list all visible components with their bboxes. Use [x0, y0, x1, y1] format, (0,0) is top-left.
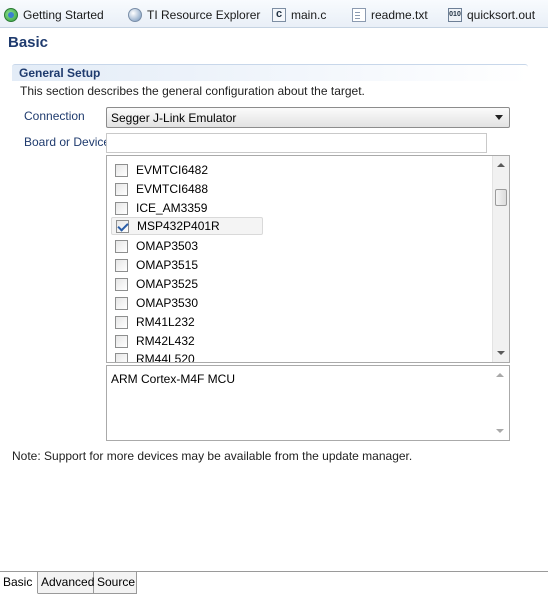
checkbox[interactable] [115, 201, 128, 215]
c-file-icon [272, 8, 286, 22]
getting-started-icon [4, 8, 18, 22]
checkbox-checked[interactable] [116, 219, 129, 233]
checkbox[interactable] [115, 315, 128, 329]
tab-main-c[interactable]: main.c [272, 6, 326, 24]
text-file-icon [352, 8, 366, 22]
list-item-label: RM41L232 [136, 315, 195, 329]
list-item[interactable]: RM44L520 [115, 350, 195, 363]
chevron-down-icon [495, 115, 503, 120]
tab-ti-resource-explorer[interactable]: TI Resource Explorer [128, 6, 260, 24]
list-item[interactable]: OMAP3503 [115, 237, 198, 255]
list-item[interactable]: RM41L232 [115, 313, 195, 331]
connection-value: Segger J-Link Emulator [111, 111, 237, 125]
checkbox[interactable] [115, 163, 128, 177]
checkbox[interactable] [115, 334, 128, 348]
list-item-label: MSP432P401R [137, 219, 220, 233]
tab-label: TI Resource Explorer [147, 8, 261, 22]
checkbox[interactable] [115, 352, 128, 362]
list-item[interactable]: OMAP3525 [115, 275, 198, 293]
tab-label: quicksort.out [467, 8, 536, 22]
device-description: ARM Cortex-M4F MCU [111, 372, 236, 386]
device-list[interactable]: EVMTCI6482 EVMTCI6488 ICE_AM3359 MSP432P… [106, 155, 510, 363]
list-item-label: ICE_AM3359 [136, 201, 208, 215]
connection-label: Connection [24, 109, 85, 123]
checkbox[interactable] [115, 277, 128, 291]
list-item[interactable]: ICE_AM3359 [115, 199, 207, 217]
list-item[interactable]: OMAP3530 [115, 294, 198, 312]
section-title: General Setup [19, 66, 101, 80]
page-title: Basic [8, 34, 49, 51]
globe-icon [128, 8, 142, 22]
bottom-tab-bar: Basic Advanced Source [0, 571, 548, 599]
binary-file-icon: 010 [448, 8, 462, 22]
list-item-label: OMAP3503 [136, 239, 199, 253]
description-scrollbar[interactable] [492, 366, 509, 440]
device-description-box[interactable]: ARM Cortex-M4F MCU [106, 365, 510, 441]
tab-advanced[interactable]: Advanced [38, 572, 94, 594]
list-item-label: RM42L432 [136, 334, 195, 348]
scroll-down-icon[interactable] [496, 429, 504, 433]
list-item-label: OMAP3515 [136, 258, 199, 272]
scroll-up-icon[interactable] [497, 163, 505, 167]
scroll-thumb[interactable] [495, 189, 507, 206]
tab-label: readme.txt [371, 8, 428, 22]
list-item-label: EVMTCI6482 [136, 163, 209, 177]
checkbox[interactable] [115, 296, 128, 310]
tab-getting-started[interactable]: Getting Started [4, 6, 104, 24]
list-item[interactable]: EVMTCI6482 [115, 161, 208, 179]
device-list-scrollbar[interactable] [492, 156, 509, 362]
tab-basic[interactable]: Basic [0, 572, 38, 594]
list-item-label: OMAP3530 [136, 296, 199, 310]
tab-source[interactable]: Source [94, 572, 137, 594]
update-manager-note: Note: Support for more devices may be av… [12, 449, 413, 463]
list-item[interactable]: OMAP3515 [115, 256, 198, 274]
list-item[interactable]: EVMTCI6488 [115, 180, 208, 198]
board-filter-input[interactable] [106, 133, 487, 153]
section-header[interactable]: General Setup [12, 64, 528, 81]
connection-dropdown[interactable]: Segger J-Link Emulator [106, 107, 510, 128]
board-device-label: Board or Device [24, 135, 111, 149]
checkbox[interactable] [115, 239, 128, 253]
list-item-label: OMAP3525 [136, 277, 199, 291]
tab-quicksort-out[interactable]: 010 quicksort.out [448, 6, 535, 24]
list-item-label: EVMTCI6488 [136, 182, 209, 196]
scroll-up-icon[interactable] [496, 373, 504, 377]
scroll-down-icon[interactable] [497, 351, 505, 355]
checkbox[interactable] [115, 258, 128, 272]
checkbox[interactable] [115, 182, 128, 196]
section-description: This section describes the general confi… [20, 84, 365, 98]
editor-tab-bar: Getting Started TI Resource Explorer mai… [0, 0, 548, 28]
list-item[interactable]: RM42L432 [115, 332, 195, 350]
tab-label: main.c [291, 8, 327, 22]
tab-label: Getting Started [23, 8, 104, 22]
tab-readme-txt[interactable]: readme.txt [352, 6, 428, 24]
list-item-label: RM44L520 [136, 352, 195, 363]
list-item-selected[interactable]: MSP432P401R [111, 217, 263, 235]
